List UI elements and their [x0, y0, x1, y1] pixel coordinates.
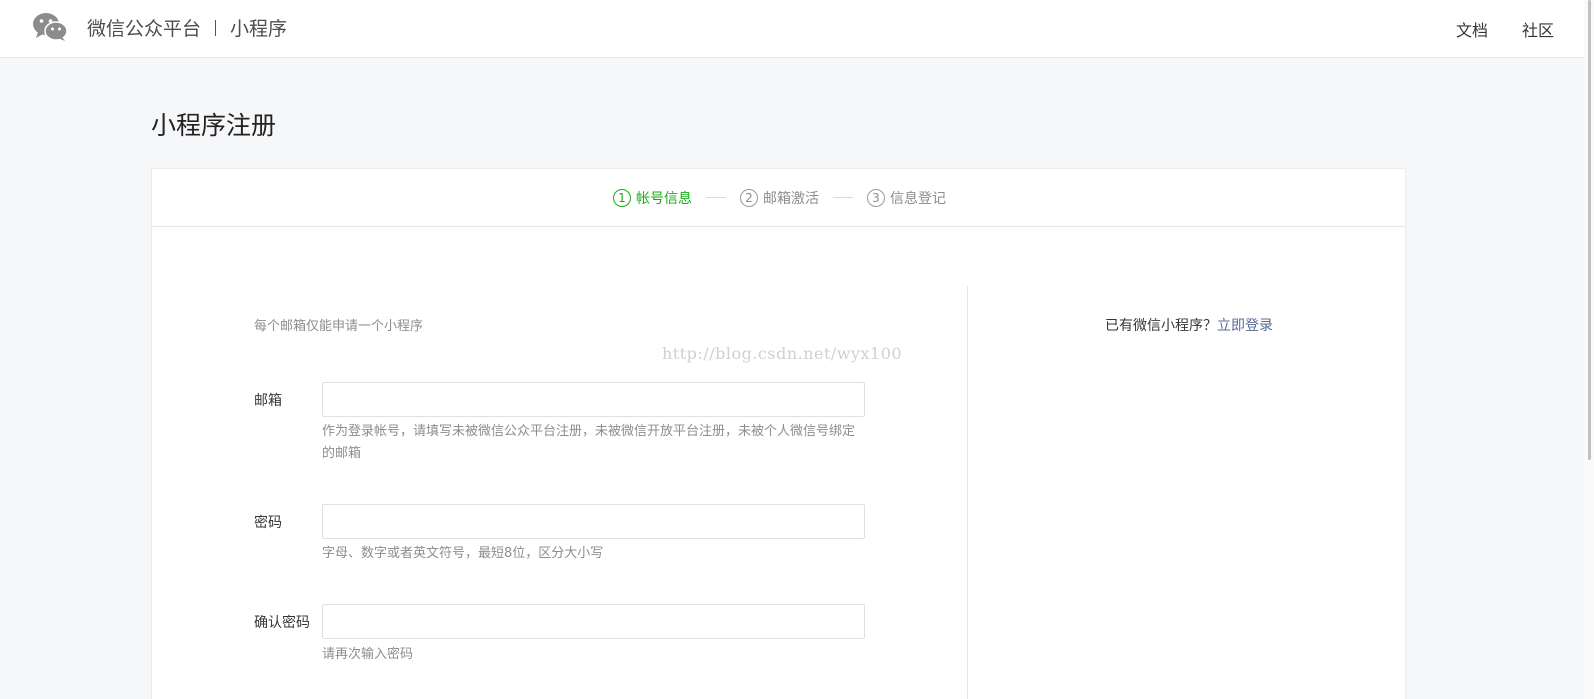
- step-email-activation: 2 邮箱激活: [740, 188, 819, 208]
- password-input[interactable]: [322, 504, 865, 539]
- email-input[interactable]: [322, 382, 865, 417]
- confirm-password-tip: 请再次输入密码: [322, 647, 414, 662]
- step-number: 2: [740, 188, 758, 207]
- password-tip: 字母、数字或者英文符号，最短8位，区分大小写: [322, 546, 604, 561]
- brand-name: 微信公众平台: [87, 18, 202, 40]
- scrollbar-thumb[interactable]: [1588, 0, 1591, 460]
- brand-separator: [215, 19, 217, 36]
- wechat-logo-icon[interactable]: [32, 12, 68, 42]
- top-nav: 文档 社区: [1456, 17, 1554, 41]
- step-label: 信息登记: [890, 190, 946, 207]
- step-number: 1: [613, 188, 631, 207]
- page-title: 小程序注册: [151, 111, 277, 140]
- scrollbar[interactable]: [1584, 0, 1594, 699]
- step-number: 3: [867, 188, 885, 207]
- confirm-password-input[interactable]: [322, 604, 865, 639]
- password-label: 密码: [254, 515, 282, 531]
- step-indicator: 1 帐号信息 2 邮箱激活 3 信息登记: [152, 169, 1405, 227]
- existing-account-hint: 已有微信小程序？立即登录: [1105, 315, 1273, 335]
- confirm-password-label: 确认密码: [254, 615, 310, 631]
- step-label: 邮箱激活: [763, 190, 819, 207]
- step-account-info: 1 帐号信息: [613, 188, 692, 208]
- nav-docs-link[interactable]: 文档: [1456, 17, 1488, 41]
- email-label: 邮箱: [254, 393, 282, 409]
- login-now-link[interactable]: 立即登录: [1217, 318, 1273, 334]
- watermark-text: http://blog.csdn.net/wyx100: [662, 344, 903, 363]
- column-divider: [967, 286, 968, 699]
- email-limit-note: 每个邮箱仅能申请一个小程序: [254, 319, 424, 334]
- registration-card: 1 帐号信息 2 邮箱激活 3 信息登记 每个邮箱仅能申请一个小程序 http:…: [151, 168, 1406, 699]
- step-connector: [706, 197, 726, 198]
- step-connector: [833, 197, 853, 198]
- login-prompt-text: 已有微信小程序？: [1105, 318, 1217, 334]
- email-tip: 作为登录帐号，请填写未被微信公众平台注册，未被微信开放平台注册，未被个人微信号绑…: [322, 424, 856, 461]
- brand-title[interactable]: 微信公众平台 小程序: [87, 14, 287, 41]
- nav-community-link[interactable]: 社区: [1522, 17, 1554, 41]
- top-navigation-bar: 微信公众平台 小程序 文档 社区: [0, 0, 1594, 58]
- step-label: 帐号信息: [636, 190, 692, 207]
- step-info-registration: 3 信息登记: [867, 188, 946, 208]
- brand-product: 小程序: [230, 18, 288, 40]
